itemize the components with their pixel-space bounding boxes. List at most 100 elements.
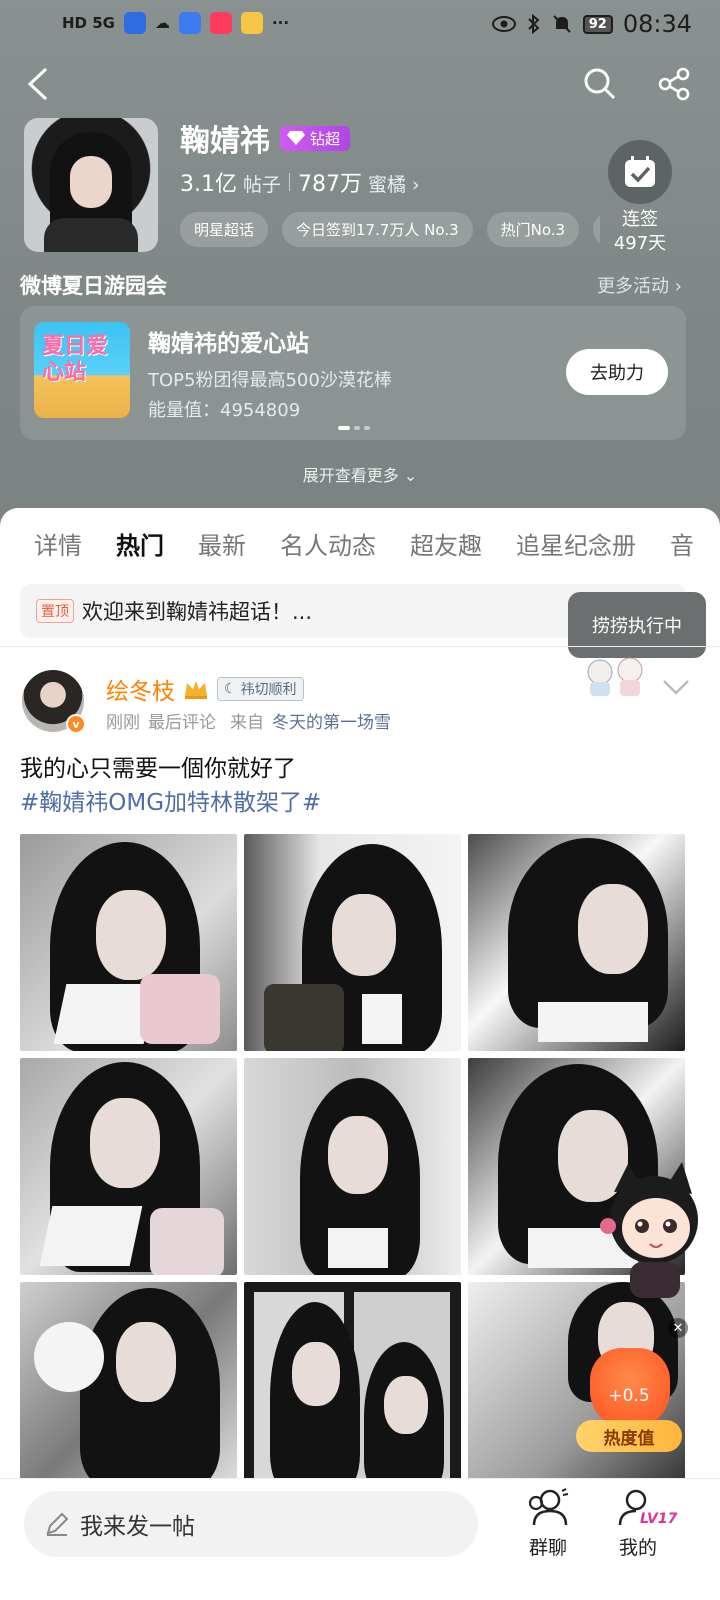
group-chat-icon [528, 1488, 569, 1526]
pinned-text: 欢迎来到鞠婧祎超话！... [82, 600, 313, 624]
fans-label[interactable]: 蜜橘 [368, 170, 406, 197]
close-widget-button[interactable]: ✕ [668, 1318, 688, 1338]
tag-more[interactable]: 2 [593, 212, 600, 247]
post-image[interactable] [20, 834, 237, 1051]
post-topic-link[interactable]: #鞠婧祎OMG加特林散架了# [20, 786, 321, 820]
post-author: 绘冬枝 ☾ 祎切顺利 [106, 672, 304, 706]
heat-value-widget[interactable]: +0.5 热度值 [576, 1340, 682, 1452]
chevron-right-icon: › [412, 174, 420, 196]
post-meta: 刚刚 最后评论 来自 冬天的第一场雪 [106, 708, 391, 733]
topic-title: 鞠婧祎 [180, 124, 270, 159]
tab-celebrity-updates[interactable]: 名人动态 [280, 526, 376, 576]
fan-badge-label: 祎切顺利 [240, 682, 297, 698]
verified-badge-icon: v [66, 714, 86, 734]
back-button[interactable] [16, 62, 60, 106]
pinned-tag: 置顶 [36, 599, 74, 623]
pencil-icon [46, 1512, 69, 1536]
expand-more-label: 展开查看更多 [302, 466, 399, 485]
back-arrow-icon [27, 67, 48, 101]
more-notifications-icon: ··· [271, 14, 290, 32]
post-image[interactable] [20, 1058, 237, 1275]
bottom-bar: 我来发一帖 群聊 LV17 我的 [0, 1478, 720, 1600]
group-chat-label: 群聊 [528, 1537, 567, 1559]
fan-badge[interactable]: ☾ 祎切顺利 [217, 677, 304, 701]
my-profile-button[interactable]: LV17 我的 [598, 1487, 678, 1560]
search-button[interactable] [578, 62, 622, 106]
charity-event-card[interactable]: 夏日爱心站 鞠婧祎的爱心站 TOP5粉团得最高500沙漠花棒 能量值：49548… [20, 306, 686, 440]
mascot-sticker-icon [600, 1162, 698, 1298]
tab-latest[interactable]: 最新 [198, 526, 246, 576]
post-source[interactable]: 冬天的第一场雪 [272, 708, 391, 733]
tag-celebrity[interactable]: 明星超话 [180, 212, 269, 247]
fans-count[interactable]: 787万 [298, 166, 362, 198]
tab-details[interactable]: 详情 [34, 526, 82, 576]
more-activities-link[interactable]: 更多活动 › [597, 272, 682, 298]
tab-music[interactable]: 音 [670, 526, 694, 576]
network-indicator: HD 5G [62, 14, 115, 32]
checkin-circle [608, 140, 672, 204]
topic-header: HD 5G ☁ ··· 92 08:34 鞠婧祎 钻超 3.1亿 帖子 787万… [0, 0, 720, 540]
avatar-shirt [44, 218, 138, 252]
bluetooth-icon [528, 13, 540, 35]
post-options-button[interactable] [662, 678, 690, 700]
chevron-right-icon: › [674, 276, 682, 297]
topic-avatar[interactable] [24, 118, 158, 252]
post-image[interactable] [244, 1282, 461, 1499]
event-thumbnail: 夏日爱心站 [34, 322, 130, 418]
topic-tags: 明星超话 今日签到17.7万人 No.3 热门No.3 2 [180, 212, 600, 247]
mute-bell-icon [553, 15, 571, 33]
posts-count: 3.1亿 [180, 172, 237, 197]
support-button[interactable]: 去助力 [566, 349, 668, 395]
event-title: 鞠婧祎的爱心站 [148, 331, 309, 357]
app-icon-blue [123, 12, 146, 34]
compose-post-input[interactable]: 我来发一帖 [24, 1491, 478, 1557]
carousel-dots [338, 426, 370, 430]
status-bar: HD 5G ☁ ··· 92 08:34 [0, 0, 720, 48]
heat-label: 热度值 [576, 1420, 682, 1452]
share-button[interactable] [652, 62, 696, 106]
share-icon [658, 67, 690, 101]
diamond-icon [287, 131, 305, 145]
posts-label: 帖子 [243, 174, 282, 196]
checkin-button[interactable]: 连签497天 [606, 140, 674, 256]
post-text: 我的心只需要一個你就好了 [20, 756, 296, 782]
group-chat-button[interactable]: 群聊 [508, 1487, 588, 1560]
search-icon [584, 68, 616, 100]
post-image[interactable] [20, 1282, 237, 1499]
fan-badge-icon: ☾ [224, 681, 237, 697]
avatar-face [70, 156, 112, 208]
post-image[interactable] [468, 834, 685, 1051]
battery-indicator: 92 [582, 14, 613, 34]
my-profile-label: 我的 [618, 1537, 657, 1559]
eye-icon [491, 16, 516, 32]
super-badge[interactable]: 钻超 [280, 125, 351, 151]
sticker-decoration-icon [587, 657, 643, 696]
video-app-icon [209, 12, 232, 34]
post-meta-label: 最后评论 [148, 713, 216, 733]
title-row: 鞠婧祎 钻超 [180, 116, 351, 160]
tab-memorial-book[interactable]: 追星纪念册 [516, 526, 636, 576]
post-time: 刚刚 [106, 713, 140, 733]
event-subtitle: TOP5粉团得最高500沙漠花棒 [148, 370, 392, 391]
floating-status-pill[interactable]: 捞捞执行中 [568, 592, 706, 658]
cloud-icon: ☁ [154, 14, 170, 32]
post-image[interactable] [244, 834, 461, 1051]
status-right: 92 08:34 [491, 10, 692, 38]
more-activities-label: 更多活动 [597, 276, 670, 297]
tag-checkin-rank[interactable]: 今日签到17.7万人 No.3 [282, 212, 473, 247]
tab-hot[interactable]: 热门 [116, 526, 164, 576]
app-icon-doc [178, 12, 201, 34]
tab-fun[interactable]: 超友趣 [410, 526, 482, 576]
crown-icon [185, 681, 207, 699]
post-author-name[interactable]: 绘冬枝 [106, 672, 175, 706]
post-image[interactable] [244, 1058, 461, 1275]
expand-more-button[interactable]: 展开查看更多 ⌄ [0, 462, 720, 486]
super-badge-label: 钻超 [310, 129, 341, 148]
chevron-down-icon: ⌄ [403, 466, 418, 485]
divider [0, 646, 720, 647]
level-badge: LV17 [640, 1511, 678, 1527]
calendar-check-icon [625, 156, 655, 187]
tag-hot-rank[interactable]: 热门No.3 [486, 212, 580, 247]
heat-delta: +0.5 [608, 1386, 650, 1406]
chevron-down-icon [663, 680, 689, 695]
